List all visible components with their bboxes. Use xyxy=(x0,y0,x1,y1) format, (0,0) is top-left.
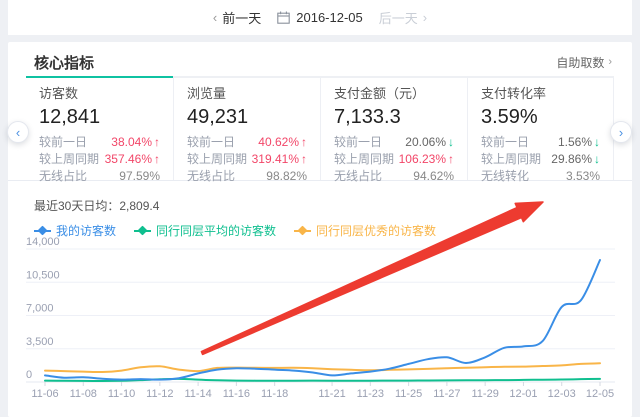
date-display: 2016-12-05 xyxy=(296,10,363,25)
metric-card-visitors[interactable]: 访客数 12,841 较前一日 38.04%↑ 较上周同期 357.46%↑ 无… xyxy=(26,76,173,180)
card-label: 访客数 xyxy=(39,86,160,102)
panel-header: 核心指标 自助取数 › xyxy=(8,42,632,76)
legend-label: 我的访客数 xyxy=(56,222,116,239)
chart-legend: 我的访客数 同行同层平均的访客数 同行同层优秀的访客数 xyxy=(34,222,632,239)
self-service-link[interactable]: 自助取数 › xyxy=(556,54,612,71)
card-value: 3.59% xyxy=(481,105,600,129)
card-label: 支付金额（元） xyxy=(334,86,454,102)
card-value: 49,231 xyxy=(187,105,307,129)
compare-row: 较前一日 20.06%↓ xyxy=(334,134,454,151)
compare-row: 无线占比 98.82% xyxy=(187,168,307,185)
compare-row: 无线占比 94.62% xyxy=(334,168,454,185)
card-value: 7,133.3 xyxy=(334,105,454,129)
card-label: 浏览量 xyxy=(187,86,307,102)
chevron-left-icon: ‹ xyxy=(213,11,217,24)
carousel-prev-button[interactable]: ‹ xyxy=(7,121,29,143)
legend-item-peer-average[interactable]: 同行同层平均的访客数 xyxy=(134,222,276,239)
compare-row: 较上周同期 319.41%↑ xyxy=(187,151,307,168)
prev-day-button[interactable]: ‹ 前一天 xyxy=(213,8,261,27)
legend-label: 同行同层优秀的访客数 xyxy=(316,222,436,239)
legend-line-diamond-icon xyxy=(134,226,151,235)
trend-arrow-icon: ↑ xyxy=(154,151,160,168)
trend-arrow-icon: ↑ xyxy=(448,151,454,168)
trend-arrow-icon: ↑ xyxy=(154,134,160,151)
legend-item-my-visitors[interactable]: 我的访客数 xyxy=(34,222,116,239)
compare-row: 较前一日 40.62%↑ xyxy=(187,134,307,151)
card-label: 支付转化率 xyxy=(481,86,600,102)
chevron-right-icon: › xyxy=(423,11,427,24)
compare-row: 无线转化 3.53% xyxy=(481,168,600,185)
compare-row: 较前一日 38.04%↑ xyxy=(39,134,160,151)
metric-card-payment-amount[interactable]: 支付金额（元） 7,133.3 较前一日 20.06%↓ 较上周同期 106.2… xyxy=(320,76,467,180)
compare-row: 较上周同期 357.46%↑ xyxy=(39,151,160,168)
legend-label: 同行同层平均的访客数 xyxy=(156,222,276,239)
self-service-label: 自助取数 xyxy=(556,54,604,71)
calendar-icon xyxy=(277,11,290,24)
chevron-right-icon: › xyxy=(619,125,623,140)
compare-row: 较上周同期 106.23%↑ xyxy=(334,151,454,168)
carousel-next-button[interactable]: › xyxy=(610,121,632,143)
chevron-left-icon: ‹ xyxy=(16,125,20,140)
chevron-right-icon: › xyxy=(608,56,612,68)
metric-card-pageviews[interactable]: 浏览量 49,231 较前一日 40.62%↑ 较上周同期 319.41%↑ 无… xyxy=(173,76,320,180)
legend-line-diamond-icon xyxy=(294,226,311,235)
card-value: 12,841 xyxy=(39,105,160,129)
next-day-button[interactable]: 后一天 › xyxy=(379,8,427,27)
date-navigation-bar: ‹ 前一天 2016-12-05 后一天 › xyxy=(8,0,632,35)
legend-line-diamond-icon xyxy=(34,226,51,235)
trend-arrow-icon: ↑ xyxy=(301,134,307,151)
trend-chart-title: 最近30天日均：2,809.4 xyxy=(34,197,632,214)
compare-row: 较前一日 1.56%↓ xyxy=(481,134,600,151)
metric-card-conversion-rate[interactable]: 支付转化率 3.59% 较前一日 1.56%↓ 较上周同期 29.86%↓ 无线… xyxy=(467,76,614,180)
compare-row: 无线占比 97.59% xyxy=(39,168,160,185)
panel-title: 核心指标 xyxy=(34,52,94,73)
legend-item-peer-excellent[interactable]: 同行同层优秀的访客数 xyxy=(294,222,436,239)
compare-row: 较上周同期 29.86%↓ xyxy=(481,151,600,168)
trend-arrow-icon: ↓ xyxy=(448,134,454,151)
trend-arrow-icon: ↑ xyxy=(301,151,307,168)
prev-day-label: 前一天 xyxy=(222,8,261,27)
core-metrics-panel: 核心指标 自助取数 › 访客数 12,841 较前一日 38.04%↑ 较上周同… xyxy=(8,42,632,417)
trend-arrow-icon: ↓ xyxy=(594,151,600,168)
next-day-label: 后一天 xyxy=(379,8,418,27)
metric-cards-row: 访客数 12,841 较前一日 38.04%↑ 较上周同期 357.46%↑ 无… xyxy=(8,76,632,181)
date-picker[interactable]: 2016-12-05 xyxy=(277,10,363,25)
trend-arrow-icon: ↓ xyxy=(594,134,600,151)
